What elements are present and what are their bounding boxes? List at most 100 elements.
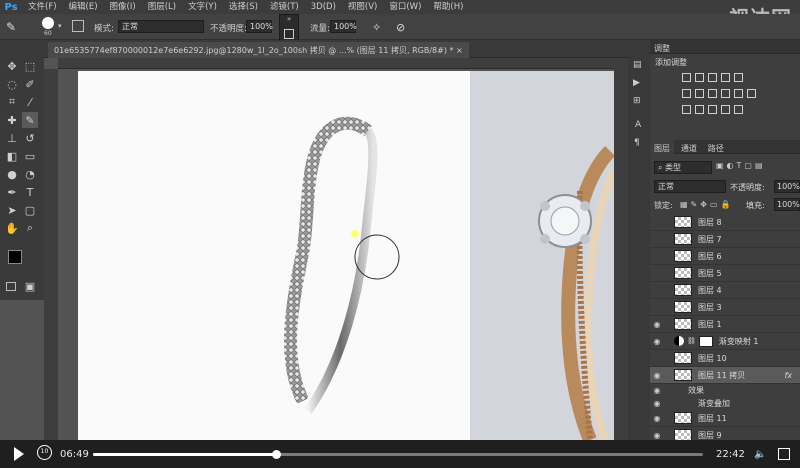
fx-icon[interactable]: fx (784, 371, 792, 380)
chain-link-icon[interactable]: ⛓ (687, 337, 696, 345)
vibrance-icon[interactable] (734, 73, 743, 82)
layer-row[interactable]: ◉ ⛓ 渐变映射 1 (650, 333, 800, 350)
hand-tool-icon[interactable]: ✋ (4, 220, 20, 236)
brightness-icon[interactable] (682, 73, 691, 82)
foreground-color-swatch[interactable] (8, 250, 22, 264)
fill-field[interactable]: 100% (774, 198, 800, 211)
dodge-tool-icon[interactable]: ◔ (22, 166, 38, 182)
layer-mask-thumbnail[interactable] (698, 335, 713, 347)
healing-brush-icon[interactable]: ✚ (4, 112, 20, 128)
menu-window[interactable]: 窗口(W) (383, 0, 427, 14)
close-tab-icon[interactable]: × (456, 46, 463, 55)
brush-tool-active-icon[interactable]: ✎ (22, 112, 38, 128)
paragraph-icon[interactable]: ¶ (634, 138, 640, 148)
layer-opacity-field[interactable]: 100% (774, 180, 800, 193)
layer-filter-select[interactable]: ⌕ 类型 (654, 161, 712, 174)
layer-row[interactable]: 图层 5 (650, 265, 800, 282)
menu-select[interactable]: 选择(S) (223, 0, 264, 14)
gradient-tool-icon[interactable]: ▭ (22, 148, 38, 164)
menu-file[interactable]: 文件(F) (22, 0, 63, 14)
brush-tool-icon[interactable]: ✎ (6, 20, 16, 34)
zoom-tool-icon[interactable]: ⌕ (22, 220, 38, 236)
layer-filter-icons[interactable]: ▣◐T▢▤ (716, 161, 766, 170)
flow-field[interactable]: 100% (330, 20, 357, 33)
tab-adjustments[interactable]: 调整 (650, 40, 674, 57)
volume-icon[interactable]: 🔈 (754, 449, 768, 460)
menu-type[interactable]: 文字(Y) (182, 0, 223, 14)
selective-color-icon[interactable] (734, 105, 743, 114)
layer-row[interactable]: ◉ 图层 9 (650, 427, 800, 440)
mode-select[interactable]: 正常 (118, 20, 204, 33)
posterize-icon[interactable] (695, 105, 704, 114)
curves-icon[interactable] (708, 73, 717, 82)
crop-tool-icon[interactable]: ⌗ (4, 94, 20, 110)
menu-image[interactable]: 图像(I) (104, 0, 142, 14)
layer-row-selected[interactable]: ◉ 图层 11 拷贝 fx (650, 367, 800, 384)
rewind-10-icon[interactable]: 10 (37, 445, 52, 460)
layer-row[interactable]: 图层 10 (650, 350, 800, 367)
collapse-icon[interactable]: » (280, 15, 298, 23)
effects-row[interactable]: ◉ 效果 (650, 384, 800, 397)
lock-icons[interactable]: ▦✎✥▭🔒 (680, 200, 733, 209)
progress-handle[interactable] (272, 450, 281, 459)
color-lookup-icon[interactable] (747, 89, 756, 98)
layer-row[interactable]: 图层 3 (650, 299, 800, 316)
path-select-icon[interactable]: ➤ (4, 202, 20, 218)
lasso-tool-icon[interactable]: ◌ (4, 76, 20, 92)
blur-tool-icon[interactable]: ● (4, 166, 20, 182)
quick-mask-icon[interactable] (6, 282, 16, 291)
clone-source-icon[interactable] (284, 29, 294, 39)
eye-icon[interactable]: ◉ (650, 386, 664, 395)
layer-row[interactable]: 图层 6 (650, 248, 800, 265)
tab-paths[interactable]: 路径 (704, 140, 728, 157)
layer-row[interactable]: 图层 4 (650, 282, 800, 299)
play-icon[interactable] (14, 447, 24, 461)
photo-filter-icon[interactable] (721, 89, 730, 98)
fullscreen-icon[interactable] (778, 448, 790, 460)
eyedropper-icon[interactable]: ⁄ (22, 94, 38, 110)
brush-preset-icon[interactable] (42, 17, 54, 29)
eye-icon[interactable]: ◉ (650, 399, 664, 408)
eye-icon[interactable]: ◉ (650, 320, 664, 329)
layer-row[interactable]: ◉ 图层 11 (650, 410, 800, 427)
threshold-icon[interactable] (708, 105, 717, 114)
history-icon[interactable]: ▤ (633, 60, 642, 70)
type-tool-icon[interactable]: T (22, 184, 38, 200)
menu-filter[interactable]: 滤镜(T) (264, 0, 305, 14)
eye-icon[interactable]: ◉ (650, 371, 664, 380)
character-icon[interactable]: A (635, 120, 641, 130)
eraser-tool-icon[interactable]: ◧ (4, 148, 20, 164)
history-brush-icon[interactable]: ↺ (22, 130, 38, 146)
move-tool-icon[interactable]: ✥ (4, 58, 20, 74)
actions-icon[interactable]: ▶ (633, 78, 640, 88)
hue-saturation-icon[interactable] (682, 89, 691, 98)
menu-edit[interactable]: 编辑(E) (63, 0, 104, 14)
layer-row[interactable]: ◉ 图层 1 (650, 316, 800, 333)
properties-icon[interactable]: ⊞ (633, 96, 641, 106)
color-balance-icon[interactable] (695, 89, 704, 98)
marquee-tool-icon[interactable]: ⬚ (22, 58, 38, 74)
stamp-tool-icon[interactable]: ⊥ (4, 130, 20, 146)
brush-panel-icon[interactable] (72, 20, 84, 32)
levels-icon[interactable] (695, 73, 704, 82)
exposure-icon[interactable] (721, 73, 730, 82)
shape-tool-icon[interactable]: ▢ (22, 202, 38, 218)
effect-row[interactable]: ◉ 渐变叠加 (650, 397, 800, 410)
eye-icon[interactable]: ◉ (650, 414, 664, 423)
eye-icon[interactable]: ◉ (650, 431, 664, 440)
layer-row[interactable]: 图层 7 (650, 231, 800, 248)
pen-tool-icon[interactable]: ✒ (4, 184, 20, 200)
chevron-down-icon[interactable]: ▾ (58, 22, 62, 30)
menu-help[interactable]: 帮助(H) (427, 0, 469, 14)
gradient-map-icon[interactable] (721, 105, 730, 114)
black-white-icon[interactable] (708, 89, 717, 98)
menu-view[interactable]: 视图(V) (342, 0, 383, 14)
menu-3d[interactable]: 3D(D) (305, 0, 342, 14)
layer-row[interactable]: 图层 8 (650, 214, 800, 231)
channel-mixer-icon[interactable] (734, 89, 743, 98)
pressure-icon[interactable]: ⊘ (396, 21, 405, 34)
quick-select-icon[interactable]: ✐ (22, 76, 38, 92)
eye-icon[interactable]: ◉ (650, 337, 664, 346)
airbrush-icon[interactable]: ✧ (372, 21, 381, 34)
opacity-field[interactable]: 100% (246, 20, 273, 33)
